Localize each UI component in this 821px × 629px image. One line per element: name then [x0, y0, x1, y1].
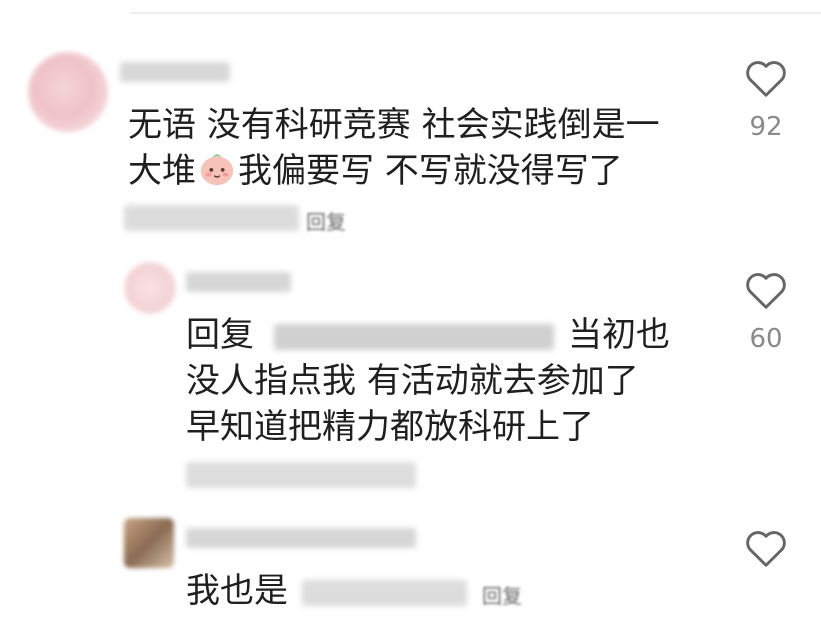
reply-button[interactable]: 回复 — [306, 206, 346, 235]
comment-text-segment: 大堆 — [128, 151, 196, 191]
avatar[interactable] — [124, 518, 174, 568]
peach-face-emoji-icon — [200, 154, 234, 186]
like-button[interactable] — [736, 528, 796, 568]
reply-text: 回复 当初也 没人指点我 有活动就去参加了 早知道把精力都放科研上了 — [186, 312, 670, 450]
heart-outline-icon — [746, 61, 786, 97]
comment-line: 没人指点我 有活动就去参加了 — [186, 361, 639, 401]
username-blurred[interactable] — [186, 272, 291, 292]
avatar[interactable] — [124, 262, 176, 314]
username-blurred[interactable] — [186, 528, 416, 548]
comment-text-segment: 我也是 — [186, 571, 288, 611]
mentioned-username-blurred[interactable] — [274, 323, 554, 350]
comment-line: 无语 没有科研竞赛 社会实践倒是一 — [128, 105, 660, 145]
like-count: 92 — [749, 112, 783, 142]
comment-line: 早知道把精力都放科研上了 — [186, 407, 594, 447]
reply-button[interactable]: 回复 — [482, 580, 522, 609]
comment-line: 大堆 我偏要写 不写就没得写了 — [128, 148, 660, 194]
comment-text: 我也是 — [186, 568, 467, 614]
timestamp-blurred — [124, 205, 299, 231]
like-button[interactable]: 60 — [736, 270, 796, 354]
like-count: 60 — [749, 324, 783, 354]
username-blurred[interactable] — [120, 62, 230, 82]
avatar[interactable] — [28, 52, 108, 132]
reply-prefix: 回复 — [186, 315, 254, 355]
heart-outline-icon — [746, 273, 786, 309]
heart-outline-icon — [746, 531, 786, 567]
like-button[interactable]: 92 — [736, 58, 796, 142]
comment-line: 回复 当初也 — [186, 312, 670, 358]
timestamp-blurred — [302, 579, 467, 606]
comment-text: 无语 没有科研竞赛 社会实践倒是一 大堆 我偏要写 不写就没得写了 — [128, 102, 660, 194]
comment-text-segment: 我偏要写 不写就没得写了 — [238, 151, 623, 191]
comment-text-segment: 当初也 — [568, 315, 670, 355]
timestamp-and-reply-blurred[interactable] — [186, 462, 416, 488]
divider — [130, 12, 821, 14]
